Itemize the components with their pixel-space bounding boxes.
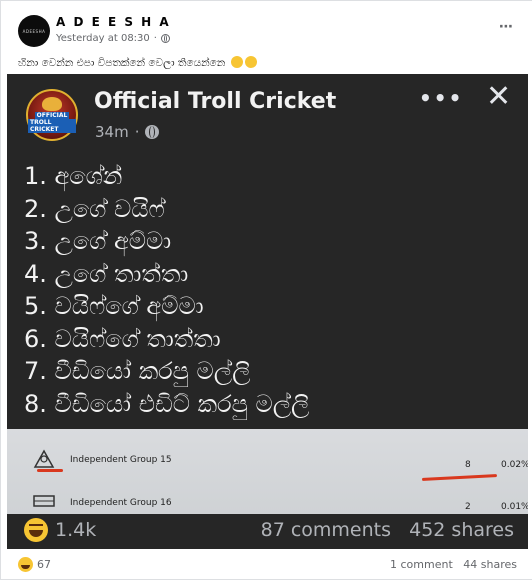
list-item: 6. වයිෆ්ගේ තාත්තා: [24, 324, 221, 353]
haha-reaction-icon[interactable]: [18, 557, 33, 572]
list-item: 8. වීඩියෝ එඩිට් කරපු මල්ලි: [24, 389, 310, 418]
list-item: 4. උගේ තාත්තා: [24, 259, 189, 288]
red-underline-mark: [421, 474, 498, 481]
meta-separator: ·: [153, 33, 157, 44]
shared-comments: 87 comments: [260, 519, 391, 541]
laughing-emoji-icon: [230, 56, 243, 68]
shared-image[interactable]: OFFICIAL TROLL CRICKET Official Troll Cr…: [7, 74, 528, 549]
list-item: 5. වයිෆ්ගේ අම්මා: [24, 292, 204, 320]
party-symbol-icon: [33, 449, 55, 468]
reaction-count[interactable]: 67: [37, 558, 51, 571]
globe-icon: [145, 125, 160, 139]
shared-time-row: 34m ·: [95, 123, 160, 141]
shared-page-name: Official Troll Cricket: [94, 89, 337, 114]
group-name: Independent Group 16: [70, 498, 172, 508]
shared-engagement: 87 comments 452 shares: [261, 519, 514, 541]
logo-text-line: OFFICIAL: [34, 112, 70, 119]
shared-time: 34m: [95, 123, 129, 141]
comment-count-link[interactable]: 1 comment: [390, 558, 453, 571]
list-item: 7. වීඩියෝ කරපු මල්ලි: [24, 357, 251, 385]
party-symbol-icon: [33, 495, 55, 507]
shared-shares: 452 shares: [409, 519, 514, 541]
page-logo: OFFICIAL TROLL CRICKET: [26, 89, 78, 141]
share-count-link[interactable]: 44 shares: [463, 558, 517, 571]
shared-stats-bar: 1.4k 87 comments 452 shares: [7, 514, 528, 549]
red-underline-mark: [37, 469, 63, 472]
laughing-emoji-icon: [244, 56, 257, 68]
more-options-icon[interactable]: ⋯: [499, 19, 514, 35]
author-name[interactable]: A D E E S H A: [56, 15, 171, 29]
list-item: 1. අශේන්: [24, 162, 123, 190]
list-item: 2. උගේ වයිෆ්: [24, 194, 165, 223]
haha-reaction-icon: [24, 518, 48, 542]
author-avatar[interactable]: ADEESHA: [18, 15, 50, 47]
more-dots-icon: •••: [419, 86, 464, 110]
group-percent: 0.02%: [501, 460, 528, 470]
logo-face-icon: [42, 97, 62, 111]
list-item: 3. උගේ අම්මා: [24, 227, 172, 255]
close-icon: ✕: [486, 79, 512, 114]
caption-text: හිනා වෙන්න එපා විපතක්නේ වෙලා තියෙන්නෙ: [18, 57, 226, 69]
group-count: 8: [465, 460, 471, 470]
post-card: ADEESHA A D E E S H A Yesterday at 08:30…: [0, 0, 532, 580]
post-caption: හිනා වෙන්න එපා විපතක්නේ වෙලා තියෙන්නෙ: [18, 56, 257, 70]
ranked-list: 1. අශේන් 2. උගේ වයිෆ් 3. උගේ අම්මා 4. උග…: [24, 160, 309, 420]
group-name: Independent Group 15: [70, 455, 172, 465]
shared-reaction-count: 1.4k: [55, 519, 97, 541]
group-count: 2: [465, 502, 471, 512]
group-percent: 0.01%: [501, 502, 528, 512]
time-separator: ·: [134, 123, 140, 141]
globe-icon: [160, 34, 170, 43]
avatar-label: ADEESHA: [22, 28, 46, 34]
post-timestamp[interactable]: Yesterday at 08:30: [56, 33, 150, 44]
logo-text-line: TROLL CRICKET: [28, 119, 76, 133]
engagement-summary: 1 comment 44 shares: [390, 558, 517, 571]
results-table-strip: Independent Group 15 8 0.02% Independent…: [7, 429, 528, 514]
post-meta: Yesterday at 08:30 ·: [56, 33, 170, 44]
